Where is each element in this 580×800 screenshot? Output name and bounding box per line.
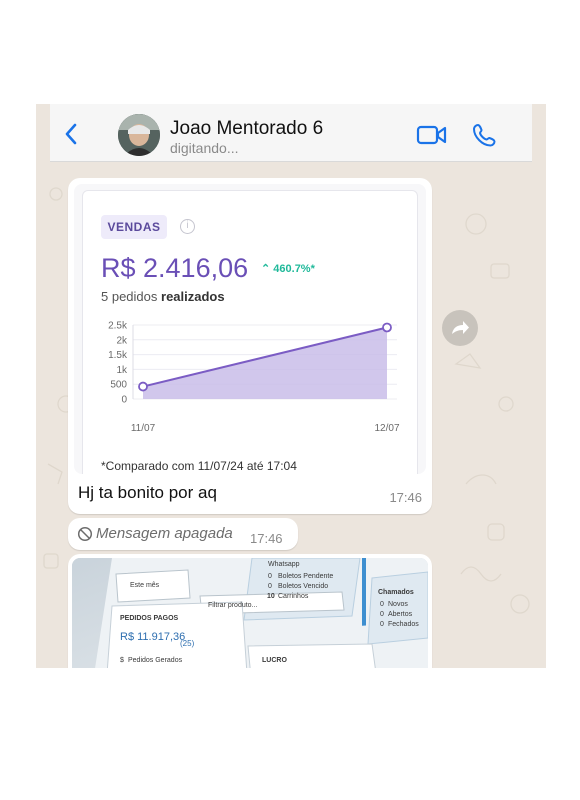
y-tick-label: 500 (110, 380, 127, 391)
chat-screen: Joao Mentorado 6 digitando... VENDAS i R… (36, 104, 546, 668)
photo-count-0d: 0 (380, 611, 384, 618)
photo-label-novos: Novos (388, 601, 408, 608)
sales-chart: 0 500 1k 1.5k 2k 2.5k 11/07 12/07 (108, 321, 400, 435)
photo-pedidos-gerados-symbol: $ (120, 657, 124, 664)
contact-avatar[interactable] (118, 114, 160, 156)
message-time: 17:46 (389, 490, 422, 505)
x-tick-label: 11/07 (131, 423, 156, 434)
chart-area (143, 327, 387, 399)
typing-status: digitando... (170, 140, 239, 156)
comparison-footnote: *Comparado com 11/07/24 até 17:04 (101, 459, 297, 473)
video-camera-icon (416, 125, 447, 145)
photo-pedidos-count: (25) (180, 639, 195, 648)
x-tick-label: 12/07 (374, 423, 399, 434)
y-tick-label: 0 (121, 395, 127, 406)
video-call-button[interactable] (416, 124, 448, 146)
photo-label-chamados: Chamados (378, 589, 414, 596)
chart-point (138, 381, 148, 392)
share-arrow-icon (452, 321, 469, 334)
photo-label-app: Whatsapp (268, 561, 300, 568)
arrow-up-icon: ⌃ (261, 263, 271, 275)
y-tick-label: 2k (116, 335, 128, 346)
photo-label-lucro: LUCRO (262, 657, 287, 664)
vendas-badge: VENDAS (101, 215, 167, 239)
photo-label-filter-month: Este mês (130, 582, 160, 589)
y-tick-label: 2.5k (108, 321, 128, 332)
sales-card: VENDAS i R$ 2.416,06 ⌃ 460.7%* 5 pedidos… (82, 190, 418, 474)
photo-pedidos-value: R$ 11.917,36 (120, 631, 185, 643)
orders-suffix: realizados (161, 289, 225, 304)
sales-screenshot[interactable]: VENDAS i R$ 2.416,06 ⌃ 460.7%* 5 pedidos… (74, 184, 426, 474)
dashboard-photo-image: Whatsapp 0 Boletos Pendente 0 Boletos Ve… (72, 558, 428, 668)
orders-summary: 5 pedidos realizados (101, 289, 225, 304)
photo-label-abertos: Abertos (388, 611, 413, 618)
photo-label-boletos-pendente: Boletos Pendente (278, 573, 333, 580)
photo-count-0c: 0 (380, 601, 384, 608)
photo-label-fechados: Fechados (388, 621, 419, 628)
photo-label-filter-product: Filtrar produto... (208, 602, 257, 609)
back-button[interactable] (62, 122, 82, 146)
message-text: Hj ta bonito por aq (78, 483, 217, 502)
sales-amount: R$ 2.416,06 (101, 253, 249, 283)
chevron-left-icon (65, 123, 77, 145)
contact-name[interactable]: Joao Mentorado 6 (170, 118, 323, 140)
dashboard-photo[interactable]: Whatsapp 0 Boletos Pendente 0 Boletos Ve… (72, 558, 428, 668)
forward-button[interactable] (442, 310, 478, 346)
y-tick-label: 1.5k (108, 350, 128, 361)
photo-count-0e: 0 (380, 621, 384, 628)
y-tick-label: 1k (116, 365, 128, 376)
photo-count-0a: 0 (268, 573, 272, 580)
deleted-message-time: 17:46 (250, 531, 283, 546)
info-icon: i (180, 219, 195, 234)
message-bubble-deleted[interactable]: Mensagem apagada 17:46 (68, 518, 298, 550)
photo-label-carrinhos: Carrinhos (278, 593, 309, 600)
photo-label-pedidos-pagos: PEDIDOS PAGOS (120, 615, 179, 622)
message-bubble-photo[interactable]: Whatsapp 0 Boletos Pendente 0 Boletos Ve… (68, 554, 432, 668)
growth-value: 460.7%* (273, 263, 315, 275)
photo-label-pedidos-gerados: Pedidos Gerados (128, 657, 183, 664)
phone-icon (473, 124, 496, 147)
voice-call-button[interactable] (472, 122, 498, 148)
photo-count-10: 10 (267, 593, 275, 600)
growth-badge: ⌃ 460.7%* (261, 262, 315, 275)
message-bubble-sales[interactable]: VENDAS i R$ 2.416,06 ⌃ 460.7%* 5 pedidos… (68, 178, 432, 514)
chat-header: Joao Mentorado 6 digitando... (50, 104, 532, 162)
orders-count: 5 pedidos (101, 289, 158, 304)
chart-point (382, 322, 392, 333)
blocked-icon (77, 526, 93, 542)
deleted-message-text: Mensagem apagada (96, 525, 233, 542)
photo-count-0b: 0 (268, 583, 272, 590)
photo-label-boletos-vencido: Boletos Vencido (278, 583, 328, 590)
avatar-image (118, 114, 160, 156)
